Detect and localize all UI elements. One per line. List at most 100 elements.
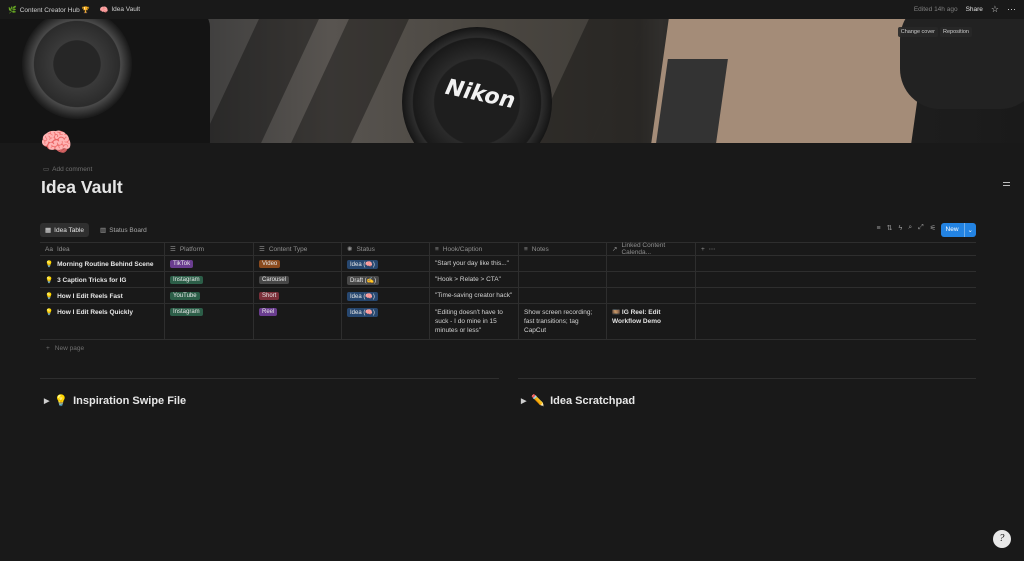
table-of-contents-icon[interactable] [1003,182,1010,183]
status-badge[interactable]: Idea (🧠) [347,260,378,269]
top-bar: 🌿 Content Creator Hub 🏆 🧠 Idea Vault Edi… [0,0,1024,19]
status-badge[interactable]: Idea (🧠) [347,292,378,301]
toggle-label: Inspiration Swipe File [73,394,187,407]
top-actions: Edited 14h ago Share ☆ ⋯ [914,0,1016,19]
column-header-notes[interactable]: ≡ Notes [519,243,607,255]
more-columns-icon[interactable]: ⋯ [709,245,716,253]
breadcrumb-workspace[interactable]: 🌿 Content Creator Hub 🏆 [8,6,90,14]
toggle-inspiration-swipe-file[interactable]: ▶ 💡 Inspiration Swipe File [44,394,187,408]
page-icon[interactable]: 🧠 [40,128,72,156]
hook-cell[interactable]: "Hook > Relate > CTA" [430,272,519,287]
page-title[interactable]: Idea Vault [41,177,123,198]
column-header-status[interactable]: ✺ Status [342,243,430,255]
lightbulb-icon: 💡 [54,395,69,407]
linked-cell[interactable] [607,272,696,287]
table-row[interactable]: 💡 3 Caption Tricks for IG Instagram Carou… [40,272,976,288]
notes-cell[interactable] [519,256,607,271]
lightbulb-icon: 💡 [45,309,54,316]
add-comment-button[interactable]: ▭ Add comment [43,165,92,174]
toggle-arrow-icon[interactable]: ▶ [521,397,526,405]
filter-icon[interactable]: ≡ [877,225,881,232]
cover-controls: Change cover Reposition [897,27,972,37]
notes-cell[interactable] [519,288,607,303]
board-icon: ▥ [100,227,107,234]
help-button[interactable]: ? [993,530,1011,548]
breadcrumb-page[interactable]: 🧠 Idea Vault [100,6,141,14]
table-row[interactable]: 💡 Morning Routine Behind Scene TikTok Vid… [40,256,976,272]
workspace-emoji: 🌿 [8,6,17,14]
content-type-tag[interactable]: Reel [259,308,278,316]
settings-icon[interactable]: ⚟ [930,224,936,232]
title-property-icon: Aa [45,245,53,253]
column-header-content-type[interactable]: ☰ Content Type [254,243,342,255]
tab-status-board[interactable]: ▥ Status Board [95,223,152,237]
column-header-hook[interactable]: ≡ Hook/Caption [430,243,519,255]
database-toolbar: ≡ ⇅ ϟ ⌕ ⤢ ⚟ [877,224,937,232]
platform-tag[interactable]: TikTok [170,260,194,268]
idea-table: Aa Idea ☰ Platform ☰ Content Type ✺ Status ≡… [40,242,976,357]
idea-title[interactable]: 3 Caption Tricks for IG [57,277,126,284]
pencil-icon: ✏️ [531,395,546,407]
toggle-idea-scratchpad[interactable]: ▶ ✏️ Idea Scratchpad [521,394,636,408]
toggle-arrow-icon[interactable]: ▶ [44,397,49,405]
notebook-strip [656,59,728,143]
content-type-tag[interactable]: Short [259,292,280,300]
column-header-platform[interactable]: ☰ Platform [165,243,254,255]
table-row[interactable]: 💡 How I Edit Reels Quickly Instagram Reel… [40,304,976,340]
new-page-button[interactable]: + New page [40,340,976,357]
database-views: ▦ Idea Table ▥ Status Board [40,223,152,237]
sort-icon[interactable]: ⇅ [887,224,893,232]
select-property-icon: ☰ [259,246,265,253]
text-property-icon: ≡ [524,245,528,253]
expand-icon[interactable]: ⤢ [918,224,924,232]
notes-cell[interactable]: Show screen recording; fast transitions;… [519,304,607,339]
chevron-down-icon[interactable]: ⌄ [963,223,976,237]
linked-cell[interactable]: 🎞️ IG Reel: Edit Workflow Demo [607,304,696,339]
breadcrumb-page-label: Idea Vault [111,6,141,13]
lightbulb-icon: 💡 [45,277,54,284]
idea-title[interactable]: Morning Routine Behind Scene [57,261,153,268]
platform-tag[interactable]: Instagram [170,276,203,284]
comment-icon: ▭ [43,166,50,173]
status-badge[interactable]: Draft (✍) [347,276,380,285]
star-icon[interactable]: ☆ [991,5,999,14]
content-type-tag[interactable]: Carousel [259,276,290,284]
linked-cell[interactable] [607,288,696,303]
toggle-label: Idea Scratchpad [550,394,636,407]
tab-idea-table[interactable]: ▦ Idea Table [40,223,90,237]
hook-cell[interactable]: "Start your day like this..." [430,256,519,271]
reposition-button[interactable]: Reposition [940,27,972,37]
share-button[interactable]: Share [966,6,983,13]
content-type-tag[interactable]: Video [259,260,281,268]
hook-cell[interactable]: "Editing doesn't have to suck - I do min… [430,304,519,339]
platform-tag[interactable]: YouTube [170,292,200,300]
table-header: Aa Idea ☰ Platform ☰ Content Type ✺ Status ≡… [40,242,976,256]
status-property-icon: ✺ [347,246,353,253]
relation-property-icon: ↗ [612,246,618,253]
column-header-linked[interactable]: ↗ Linked Content Calenda... [607,242,696,256]
table-icon: ▦ [45,227,52,234]
more-options-icon[interactable]: ⋯ [1007,5,1016,14]
new-button-label: New [945,226,959,233]
search-icon[interactable]: ⌕ [908,224,912,232]
divider-left [40,378,499,379]
change-cover-button[interactable]: Change cover [897,27,938,37]
plus-icon: + [46,345,50,352]
table-row[interactable]: 💡 How I Edit Reels Fast YouTube Short Ide… [40,288,976,304]
select-property-icon: ☰ [170,246,176,253]
column-header-idea[interactable]: Aa Idea [40,243,165,255]
status-badge[interactable]: Idea (🧠) [347,308,378,317]
idea-title[interactable]: How I Edit Reels Fast [57,293,123,300]
automation-icon[interactable]: ϟ [898,225,902,232]
idea-title[interactable]: How I Edit Reels Quickly [57,309,133,316]
linked-cell[interactable] [607,256,696,271]
add-property-icon[interactable]: + [701,246,705,253]
notes-cell[interactable] [519,272,607,287]
platform-tag[interactable]: Instagram [170,308,203,316]
new-button[interactable]: New ⌄ [940,223,976,237]
hook-cell[interactable]: "Time-saving creator hack" [430,288,519,303]
column-header-actions: + ⋯ [696,243,976,255]
page-emoji: 🧠 [99,6,109,14]
lightbulb-icon: 💡 [45,293,54,300]
lightbulb-icon: 💡 [45,261,54,268]
